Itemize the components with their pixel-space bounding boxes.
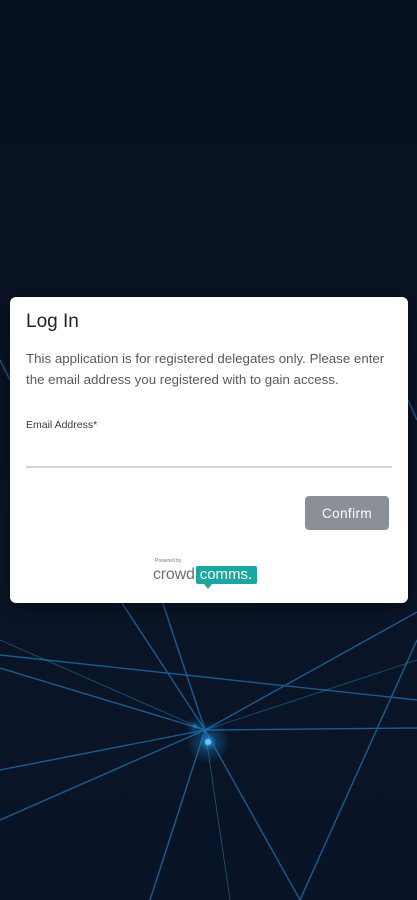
logo-comms-bubble: comms.	[195, 566, 258, 589]
email-field: Email Address*	[26, 417, 392, 469]
dialog-title: Log In	[26, 311, 79, 332]
confirm-button[interactable]: Confirm	[305, 496, 389, 530]
login-dialog: Log In This application is for registere…	[10, 297, 408, 603]
logo-comms-text: comms	[199, 566, 249, 583]
email-input[interactable]	[26, 437, 392, 465]
dialog-description: This application is for registered deleg…	[26, 351, 385, 387]
speech-bubble-tail-icon	[203, 584, 212, 589]
login-screen: Log In This application is for registere…	[0, 0, 417, 900]
logo-crowd-text: crowd	[153, 566, 195, 583]
email-field-label: Email Address*	[26, 419, 98, 431]
crowdcomms-logo: Powered by crowd comms.	[153, 558, 265, 589]
email-field-underline	[26, 466, 392, 468]
logo-wordmark: crowd comms.	[153, 564, 258, 589]
logo-dot: .	[248, 566, 253, 583]
